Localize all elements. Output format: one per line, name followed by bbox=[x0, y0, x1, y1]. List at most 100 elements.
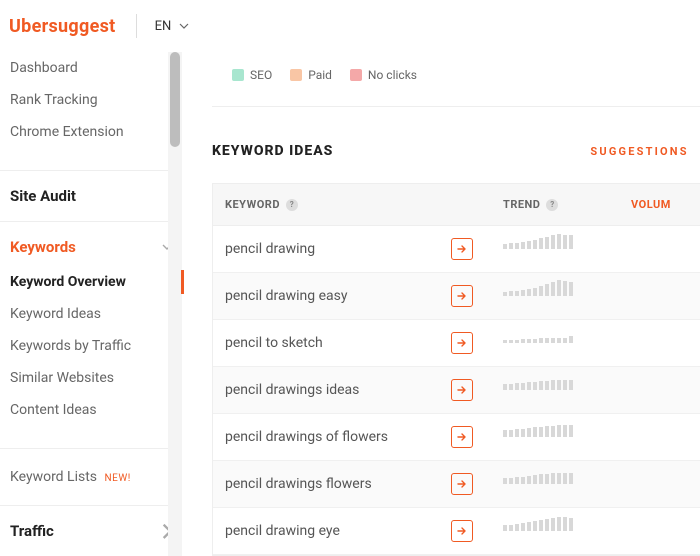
open-keyword-button[interactable] bbox=[451, 238, 473, 260]
open-keyword-button[interactable] bbox=[451, 426, 473, 448]
help-icon[interactable]: ? bbox=[546, 199, 558, 211]
spark-bar bbox=[545, 237, 549, 249]
scrollbar-track[interactable] bbox=[168, 52, 182, 556]
arrow-right-icon bbox=[456, 337, 468, 349]
help-icon[interactable]: ? bbox=[286, 199, 298, 211]
spark-bar bbox=[563, 425, 567, 437]
table-row[interactable]: pencil drawings ideas bbox=[213, 367, 700, 414]
spark-bar bbox=[515, 291, 519, 296]
spark-bar bbox=[569, 473, 573, 484]
ideas-tabs: SUGGESTIONS R bbox=[590, 145, 700, 158]
spark-bar bbox=[551, 380, 555, 390]
app-logo[interactable]: Ubersuggest bbox=[9, 16, 116, 37]
spark-bar bbox=[527, 289, 531, 296]
nav-dashboard[interactable]: Dashboard bbox=[0, 52, 182, 84]
spark-bar bbox=[557, 338, 561, 343]
spark-bar bbox=[563, 338, 567, 343]
spark-bar bbox=[521, 429, 525, 437]
arrow-right-icon bbox=[456, 525, 468, 537]
spark-bar bbox=[557, 425, 561, 437]
spark-bar bbox=[527, 428, 531, 437]
spark-bar bbox=[539, 338, 543, 343]
language-selector[interactable]: EN bbox=[155, 19, 190, 34]
spark-bar bbox=[503, 384, 507, 390]
col-keyword-label: KEYWORD bbox=[225, 198, 280, 211]
open-keyword-button[interactable] bbox=[451, 520, 473, 542]
arrow-right-icon bbox=[456, 243, 468, 255]
spark-bar bbox=[551, 235, 555, 249]
open-keyword-button[interactable] bbox=[451, 473, 473, 495]
spark-bar bbox=[551, 518, 555, 531]
nav-similar-websites[interactable]: Similar Websites bbox=[0, 362, 182, 394]
spark-bar bbox=[557, 473, 561, 484]
swatch-seo bbox=[232, 69, 244, 81]
spark-bar bbox=[521, 290, 525, 296]
spark-bar bbox=[533, 288, 537, 296]
language-label: EN bbox=[155, 19, 172, 34]
trend-sparkline bbox=[491, 425, 619, 449]
nav-section-site-audit[interactable]: Site Audit bbox=[0, 177, 182, 215]
table-row[interactable]: pencil drawing bbox=[213, 226, 700, 273]
nav-keyword-lists[interactable]: Keyword Lists NEW! bbox=[0, 455, 182, 499]
table-row[interactable]: pencil drawings of flowers bbox=[213, 414, 700, 461]
keyword-text: pencil drawings of flowers bbox=[225, 429, 388, 445]
spark-bar bbox=[509, 478, 513, 484]
open-keyword-button[interactable] bbox=[451, 332, 473, 354]
legend-paid-label: Paid bbox=[308, 68, 332, 82]
spark-bar bbox=[509, 525, 513, 531]
spark-bar bbox=[515, 477, 519, 484]
legend-seo: SEO bbox=[232, 68, 272, 82]
new-badge: NEW! bbox=[105, 473, 131, 484]
cell-keyword: pencil drawing easy bbox=[213, 273, 491, 319]
divider bbox=[0, 505, 182, 506]
spark-bar bbox=[521, 242, 525, 249]
spark-bar bbox=[557, 517, 561, 531]
col-volume[interactable]: VOLUM bbox=[619, 184, 700, 225]
spark-bar bbox=[533, 339, 537, 343]
header-divider bbox=[136, 14, 137, 38]
nav-section-traffic[interactable]: Traffic bbox=[0, 512, 182, 550]
arrow-right-icon bbox=[456, 384, 468, 396]
nav-keywords-by-traffic[interactable]: Keywords by Traffic bbox=[0, 330, 182, 362]
nav-section-keywords[interactable]: Keywords bbox=[0, 228, 182, 266]
nav-keywords-group: Keyword Overview Keyword Ideas Keywords … bbox=[0, 266, 182, 442]
trend-sparkline bbox=[491, 472, 619, 496]
spark-bar bbox=[545, 474, 549, 484]
cell-volume bbox=[619, 237, 700, 261]
open-keyword-button[interactable] bbox=[451, 285, 473, 307]
cell-keyword: pencil to sketch bbox=[213, 320, 491, 366]
nav-top-group: Dashboard Rank Tracking Chrome Extension bbox=[0, 52, 182, 164]
cell-volume bbox=[619, 378, 700, 402]
traffic-section-label: Traffic bbox=[10, 522, 54, 540]
spark-bar bbox=[533, 382, 537, 390]
spark-bar bbox=[563, 281, 567, 296]
nav-rank-tracking[interactable]: Rank Tracking bbox=[0, 84, 182, 116]
nav-keyword-ideas[interactable]: Keyword Ideas bbox=[0, 298, 182, 330]
spark-bar bbox=[569, 282, 573, 296]
col-trend[interactable]: TREND ? bbox=[491, 184, 619, 225]
scrollbar-thumb[interactable] bbox=[170, 52, 180, 147]
keyword-text: pencil to sketch bbox=[225, 335, 323, 351]
cell-keyword: pencil drawings flowers bbox=[213, 461, 491, 507]
open-keyword-button[interactable] bbox=[451, 379, 473, 401]
table-row[interactable]: pencil drawings flowers bbox=[213, 461, 700, 508]
sidebar: Dashboard Rank Tracking Chrome Extension… bbox=[0, 52, 182, 556]
tab-suggestions[interactable]: SUGGESTIONS bbox=[590, 145, 688, 158]
table-row[interactable]: pencil drawing easy bbox=[213, 273, 700, 320]
spark-bar bbox=[527, 522, 531, 531]
spark-bar bbox=[551, 338, 555, 343]
col-trend-label: TREND bbox=[503, 198, 540, 211]
table-row[interactable]: pencil to sketch bbox=[213, 320, 700, 367]
nav-keyword-overview[interactable]: Keyword Overview bbox=[0, 266, 182, 298]
nav-content-ideas[interactable]: Content Ideas bbox=[0, 394, 182, 426]
spark-bar bbox=[545, 426, 549, 437]
spark-bar bbox=[545, 519, 549, 531]
spark-bar bbox=[551, 473, 555, 484]
trend-sparkline bbox=[491, 284, 619, 308]
col-keyword[interactable]: KEYWORD ? bbox=[213, 184, 491, 225]
table-row[interactable]: pencil drawing eye bbox=[213, 508, 700, 555]
legend-paid: Paid bbox=[290, 68, 332, 82]
col-volume-label: VOLUM bbox=[631, 198, 671, 211]
cell-keyword: pencil drawing eye bbox=[213, 508, 491, 554]
nav-chrome-extension[interactable]: Chrome Extension bbox=[0, 116, 182, 148]
